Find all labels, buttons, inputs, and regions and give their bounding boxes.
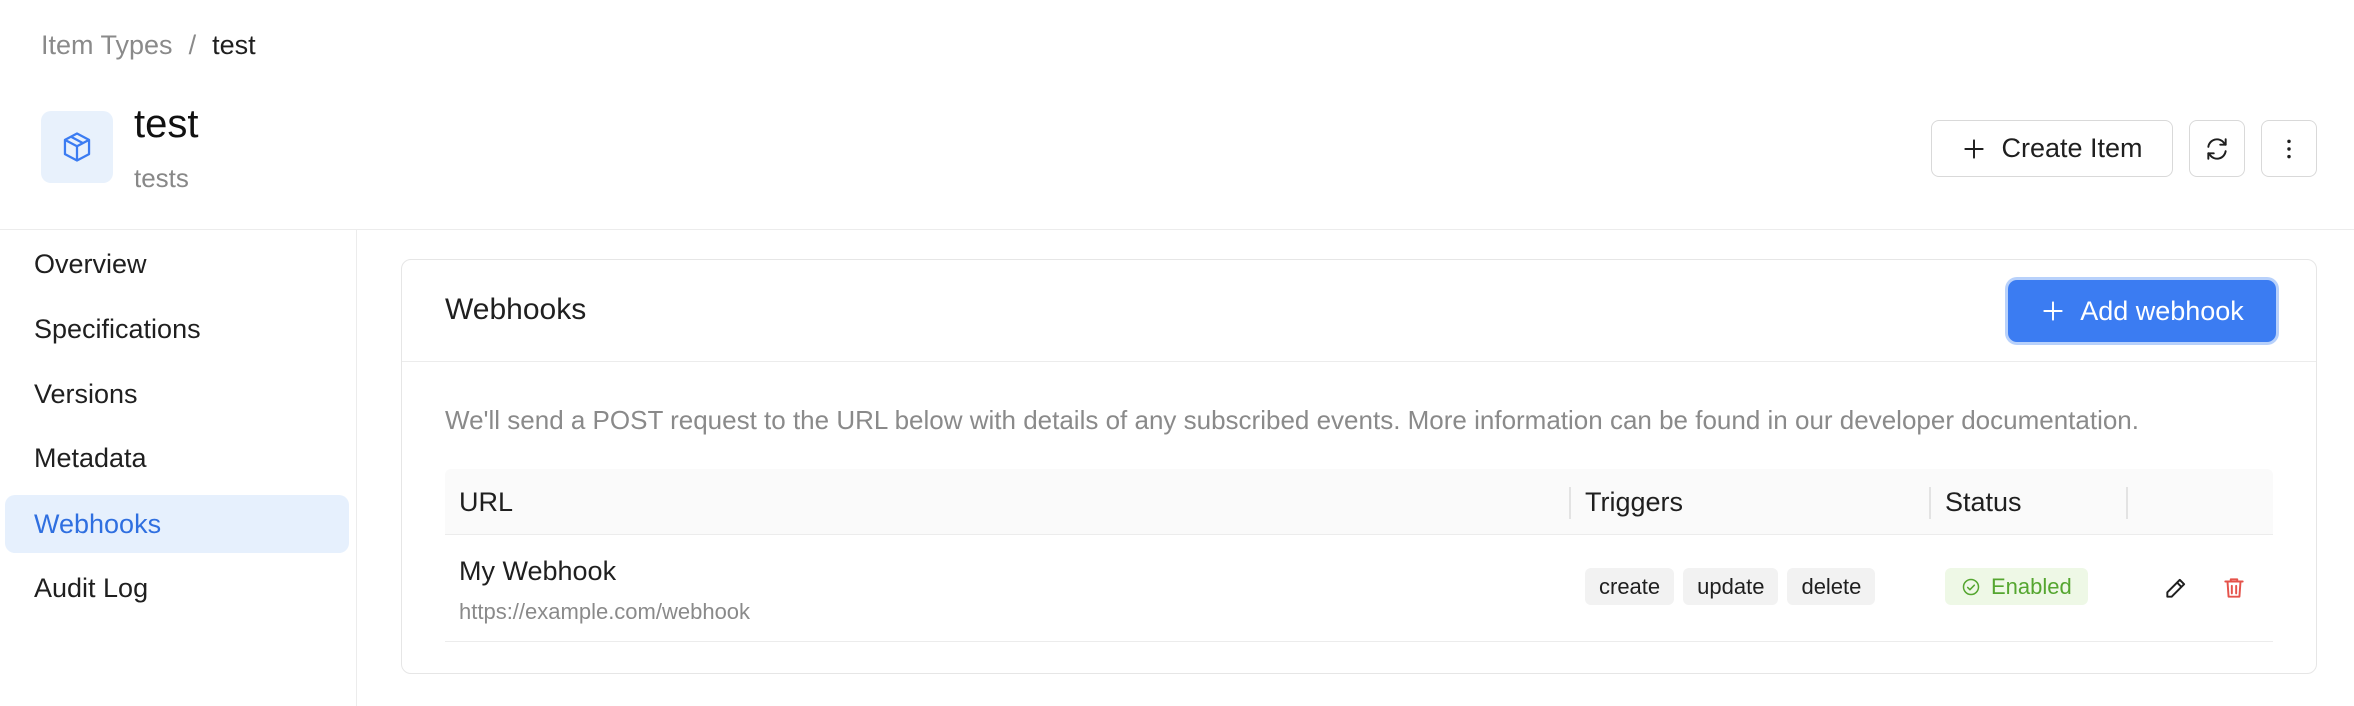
breadcrumb-item-types-link[interactable]: Item Types <box>41 30 173 61</box>
cube-icon <box>63 132 91 162</box>
webhooks-table: URL Triggers Status My Webhook https://e… <box>445 469 2273 642</box>
status-badge: Enabled <box>1945 568 2088 605</box>
trash-icon <box>2224 578 2244 598</box>
item-type-avatar <box>41 111 113 183</box>
sidebar-item-metadata[interactable]: Metadata <box>5 429 349 487</box>
create-item-label: Create Item <box>2001 133 2143 163</box>
breadcrumb-separator: / <box>188 30 197 60</box>
page-subtitle: tests <box>134 163 189 193</box>
status-label: Enabled <box>1991 573 2072 599</box>
column-header-url: URL <box>459 486 514 517</box>
sidebar-item-specifications[interactable]: Specifications <box>5 300 349 358</box>
column-divider <box>1569 487 1571 519</box>
webhook-name: My Webhook <box>459 556 617 586</box>
sidebar-item-overview[interactable]: Overview <box>5 235 349 293</box>
create-item-button[interactable]: Create Item <box>1931 120 2173 177</box>
trigger-tag: update <box>1683 568 1779 605</box>
pencil-icon <box>2166 578 2186 598</box>
webhooks-card: Webhooks Add webhook We'll send a POST r… <box>401 259 2317 674</box>
refresh-button[interactable] <box>2189 120 2245 177</box>
add-webhook-button[interactable]: Add webhook <box>2008 280 2276 342</box>
sidebar-item-webhooks[interactable]: Webhooks <box>5 495 349 553</box>
table-header: URL Triggers Status <box>445 469 2273 535</box>
breadcrumb-current: test <box>212 30 256 60</box>
edit-webhook-button[interactable] <box>2161 573 2191 603</box>
sidebar-nav: Overview Specifications Versions Metadat… <box>0 230 357 706</box>
webhooks-card-header: Webhooks Add webhook <box>402 260 2316 362</box>
sidebar-item-audit-log[interactable]: Audit Log <box>5 559 349 617</box>
trigger-tag: create <box>1585 568 1675 605</box>
header-actions: Create Item <box>1931 120 2317 177</box>
plus-icon <box>2043 301 2063 321</box>
more-options-button[interactable] <box>2261 120 2317 177</box>
webhooks-description: We'll send a POST request to the URL bel… <box>445 405 2139 435</box>
column-divider <box>2126 487 2128 519</box>
table-row: My Webhook https://example.com/webhook c… <box>445 535 2273 642</box>
more-vertical-icon <box>2287 139 2291 158</box>
check-circle-icon <box>1962 578 1980 595</box>
plus-icon <box>1964 138 1985 159</box>
webhook-triggers: create update delete <box>1585 568 1876 605</box>
sidebar-item-versions[interactable]: Versions <box>5 365 349 423</box>
trigger-tag: delete <box>1787 568 1876 605</box>
webhooks-title: Webhooks <box>445 293 587 326</box>
page-title: test <box>134 102 199 146</box>
column-divider <box>1929 487 1931 519</box>
add-webhook-label: Add webhook <box>2080 295 2244 326</box>
webhook-url: https://example.com/webhook <box>459 599 751 624</box>
breadcrumb: Item Types / test <box>41 30 256 61</box>
delete-webhook-button[interactable] <box>2219 573 2249 603</box>
column-header-triggers: Triggers <box>1585 486 1684 517</box>
column-header-status: Status <box>1945 486 2022 517</box>
refresh-icon <box>2207 137 2227 160</box>
